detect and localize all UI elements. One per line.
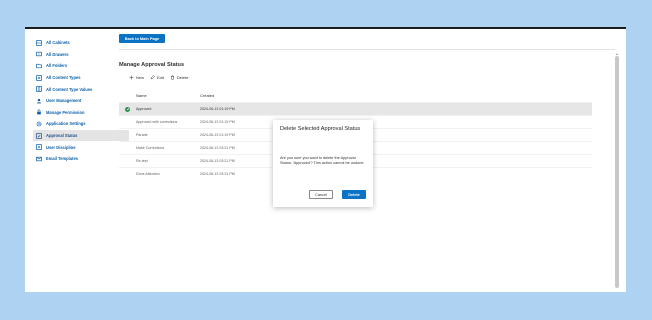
sidebar-item-user-discipline[interactable]: User Discipline: [33, 141, 129, 153]
sidebar-item-all-content-type-values[interactable]: All Content Type Values: [33, 83, 129, 95]
confirm-delete-button[interactable]: Delete: [342, 190, 366, 199]
cell-name: Make Corrections: [136, 146, 165, 150]
sidebar-item-approval-status[interactable]: Approval Status: [33, 129, 129, 142]
command-bar: New Edit Delete: [129, 75, 194, 80]
new-label: New: [136, 75, 145, 80]
cell-name: Parade: [136, 133, 148, 137]
table-row[interactable]: Approved 2024-06-13 01:19 PM: [119, 102, 592, 115]
content-type-values-icon: [36, 86, 42, 92]
sidebar-item-label: Approval Status: [46, 133, 78, 139]
sidebar-item-all-folders[interactable]: All Folders: [33, 60, 129, 72]
sidebar-item-label: Manage Permission: [46, 109, 85, 115]
sidebar-item-application-settings[interactable]: Application Settings: [33, 118, 129, 130]
sidebar-item-label: All Cabinets: [46, 40, 70, 46]
approval-icon: [36, 132, 42, 139]
cancel-button[interactable]: Cancel: [309, 190, 333, 199]
row-select-cell[interactable]: [119, 106, 136, 112]
sidebar-item-label: All Content Type Values: [46, 86, 93, 92]
user-icon: [36, 98, 42, 104]
plus-icon: [129, 75, 134, 80]
sidebar-item-user-management[interactable]: User Management: [33, 95, 129, 107]
scrollbar-thumb[interactable]: [615, 56, 619, 288]
gear-icon: [36, 121, 42, 127]
vertical-scrollbar[interactable]: ▲: [614, 52, 620, 292]
sidebar-item-label: User Management: [46, 98, 82, 104]
lock-icon: [36, 109, 42, 115]
table-header: Name Created: [119, 89, 592, 102]
sidebar-item-label: Email Templates: [46, 156, 79, 162]
cabinet-icon: [36, 40, 42, 46]
content-type-icon: [36, 74, 42, 81]
sidebar-item-label: All Content Types: [46, 75, 81, 81]
trash-icon: [170, 75, 174, 80]
cell-name: Approved with corrections: [136, 120, 178, 124]
sidebar: All Cabinets All Drawers All Folders All…: [33, 37, 129, 165]
sidebar-item-all-cabinets[interactable]: All Cabinets: [33, 37, 129, 49]
column-header-name[interactable]: Name: [136, 93, 200, 98]
email-icon: [36, 156, 42, 162]
cell-created: 2024-06-13 01:19 PM: [200, 107, 235, 111]
edit-button[interactable]: Edit: [150, 75, 164, 80]
discipline-icon: [36, 144, 42, 150]
dialog-message: Are you sure you want to delete the Appr…: [280, 156, 365, 166]
page-title: Manage Approval Status: [119, 62, 185, 68]
pencil-icon: [150, 75, 155, 80]
sidebar-item-manage-permission[interactable]: Manage Permission: [33, 107, 129, 119]
header-divider: [119, 49, 615, 50]
cell-name: Re-test: [136, 159, 148, 163]
sidebar-item-label: All Drawers: [46, 51, 69, 57]
drawer-icon: [36, 51, 42, 57]
sidebar-item-label: User Discipline: [46, 144, 76, 150]
sidebar-item-email-templates[interactable]: Email Templates: [33, 153, 129, 165]
delete-toolbar-button[interactable]: Delete: [170, 75, 189, 80]
sidebar-item-label: All Folders: [46, 63, 68, 69]
folder-icon: [36, 63, 42, 69]
back-to-main-button[interactable]: Back to Main Page: [119, 34, 165, 43]
new-button[interactable]: New: [129, 75, 144, 80]
cell-name: Approved: [136, 107, 152, 111]
checkmark-icon[interactable]: [125, 106, 130, 112]
dialog-title: Delete Selected Approval Status: [280, 126, 361, 132]
sidebar-item-all-drawers[interactable]: All Drawers: [33, 49, 129, 61]
edit-label: Edit: [157, 75, 164, 80]
sidebar-item-all-content-types[interactable]: All Content Types: [33, 72, 129, 84]
delete-confirmation-dialog: Delete Selected Approval Status Are you …: [273, 120, 373, 207]
sidebar-item-label: Application Settings: [46, 121, 86, 127]
delete-label: Delete: [176, 75, 189, 80]
column-header-created[interactable]: Created: [200, 93, 300, 98]
cell-name: Done Attention: [136, 172, 160, 176]
